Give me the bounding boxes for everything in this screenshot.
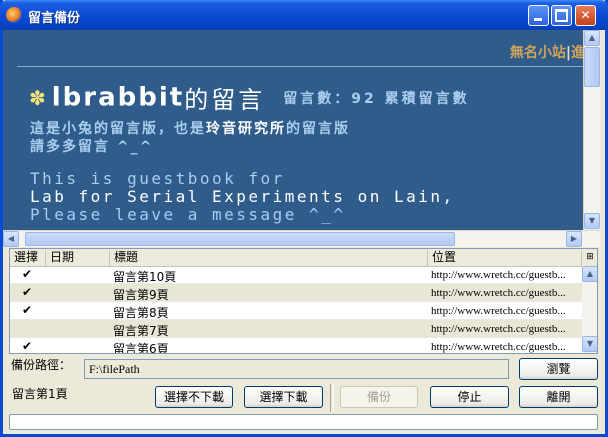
webview-horizontal-scrollbar[interactable]: ◀ ▶ <box>3 230 600 247</box>
english-line-2: Lab for Serial Experiments on Lain, <box>30 187 455 206</box>
row-title: 留言第9頁 <box>113 288 169 302</box>
backup-path-field[interactable]: F:\filePath <box>84 359 509 379</box>
heading-suffix: 的留言 <box>184 86 266 114</box>
row-url: http://www.wretch.cc/guestb... <box>431 269 566 281</box>
row-url: http://www.wretch.cc/guestb... <box>431 287 566 299</box>
guestbook-heading: ✽ lbrabbit的留言 留言數：92 累積留言數 <box>29 80 470 115</box>
row-check[interactable]: ✔ <box>22 285 32 299</box>
scroll-up-button[interactable]: ▲ <box>584 30 600 46</box>
pages-table[interactable]: 選擇 日期 標題 位置 ⊞ ✔ 留言第10頁 http://www.wretch… <box>9 248 598 354</box>
close-button[interactable]: ✕ <box>575 5 596 26</box>
message-count: 留言數：92 累積留言數 <box>283 90 470 107</box>
table-row[interactable]: 留言第7頁 http://www.wretch.cc/guestb... <box>10 320 582 338</box>
row-title: 留言第6頁 <box>113 342 169 354</box>
col-date[interactable]: 日期 <box>46 250 110 266</box>
backup-path-label: 備份路徑： <box>11 358 72 372</box>
table-header: 選擇 日期 標題 位置 <box>10 249 582 267</box>
exit-button[interactable]: 離開 <box>519 386 598 408</box>
col-select[interactable]: 選擇 <box>10 250 46 266</box>
webview-vertical-scrollbar[interactable]: ▲ ▼ <box>583 30 600 230</box>
browse-button[interactable]: 瀏覽 <box>519 358 598 380</box>
row-url: http://www.wretch.cc/guestb... <box>431 323 566 335</box>
row-check[interactable]: ✔ <box>22 267 32 281</box>
backup-button[interactable]: 備份 <box>340 386 418 408</box>
button-separator <box>330 384 334 412</box>
progress-bar <box>9 414 598 430</box>
col-title[interactable]: 標題 <box>110 250 428 266</box>
table-scroll-up-button[interactable]: ▲ <box>582 266 597 282</box>
english-line-3: Please leave a message ^_^ <box>30 205 346 224</box>
row-title: 留言第8頁 <box>113 306 169 320</box>
firefox-icon <box>6 7 22 23</box>
header-divider <box>17 66 583 67</box>
intro-line-1: 這是小兔的留言版，也是玲音研究所的留言版 <box>30 121 350 137</box>
col-location[interactable]: 位置 <box>428 250 582 266</box>
table-scroll-down-button[interactable]: ▼ <box>582 336 597 352</box>
deselect-download-button[interactable]: 選擇不下載 <box>155 386 233 408</box>
guestbook-webview[interactable]: 無名小站|進入自 ✽lbrabbit的留言留言數：92 累積留言數 這是小兔的留… <box>3 30 583 230</box>
username: lbrabbit <box>51 82 185 113</box>
close-icon: ✕ <box>580 8 591 22</box>
enter-link[interactable]: 進入自 <box>571 45 583 61</box>
site-link[interactable]: 無名小站 <box>510 45 566 61</box>
table-row[interactable]: ✔ 留言第9頁 http://www.wretch.cc/guestb... <box>10 284 582 302</box>
row-title: 留言第7頁 <box>113 324 169 338</box>
row-check[interactable]: ✔ <box>22 339 32 353</box>
intro-text: 這是小兔的留言版，也是玲音研究所的留言版 請多多留言 ^_^ <box>30 120 350 156</box>
intro-line-2: 請多多留言 ^_^ <box>30 139 154 155</box>
table-row[interactable]: ✔ 留言第10頁 http://www.wretch.cc/guestb... <box>10 266 582 284</box>
vertical-scroll-thumb[interactable] <box>584 47 600 87</box>
scroll-down-button[interactable]: ▼ <box>584 213 600 229</box>
scroll-left-button[interactable]: ◀ <box>3 231 19 247</box>
row-title: 留言第10頁 <box>113 270 177 284</box>
window-title: 留言備份 <box>28 11 81 26</box>
english-line-1: This is guestbook for <box>30 169 285 188</box>
row-url: http://www.wretch.cc/guestb... <box>431 341 566 353</box>
row-check[interactable]: ✔ <box>22 303 32 317</box>
english-intro: This is guestbook for Lab for Serial Exp… <box>30 170 455 224</box>
lab-name: 玲音研究所 <box>206 121 286 137</box>
table-row[interactable]: ✔ 留言第8頁 http://www.wretch.cc/guestb... <box>10 302 582 320</box>
row-url: http://www.wretch.cc/guestb... <box>431 305 566 317</box>
column-chooser-icon[interactable]: ⊞ <box>582 249 597 267</box>
minimize-button[interactable] <box>528 5 549 26</box>
minimize-icon <box>534 18 542 21</box>
select-download-button[interactable]: 選擇下載 <box>244 386 323 408</box>
maximize-button[interactable] <box>551 5 572 26</box>
status-page-label: 留言第1頁 <box>12 387 68 401</box>
stop-button[interactable]: 停止 <box>430 386 509 408</box>
maximize-icon <box>555 9 568 22</box>
horizontal-scroll-thumb[interactable] <box>25 232 455 246</box>
table-vertical-scrollbar[interactable]: ▲ ▼ <box>582 266 597 353</box>
table-row[interactable]: ✔ 留言第6頁 http://www.wretch.cc/guestb... <box>10 338 582 354</box>
title-bar[interactable]: 留言備份 ✕ <box>0 0 608 30</box>
top-links: 無名小站|進入自 <box>510 42 583 62</box>
scroll-right-button[interactable]: ▶ <box>566 231 582 247</box>
flower-icon: ✽ <box>29 85 46 110</box>
